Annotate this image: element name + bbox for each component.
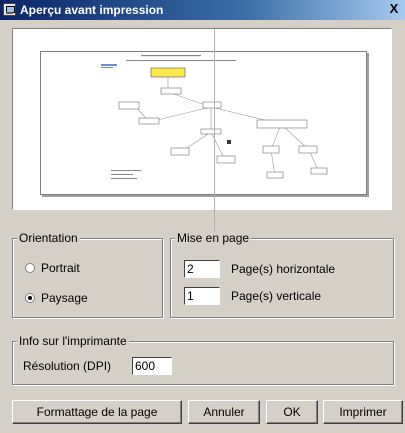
diagram-preview-image <box>101 55 328 179</box>
portrait-radio[interactable]: Portrait <box>25 261 135 277</box>
page-thumbnail <box>40 51 367 195</box>
page-split-line <box>214 29 215 237</box>
printer-icon <box>3 3 16 16</box>
orientation-group: Orientation Portrait Paysage <box>12 231 163 318</box>
resolution-input[interactable]: 600 <box>132 357 172 375</box>
preview-area <box>12 28 392 237</box>
close-button[interactable]: X <box>386 2 402 16</box>
cancel-button[interactable]: Annuler <box>188 400 260 424</box>
horizontal-pages-input[interactable]: 2 <box>184 260 220 278</box>
print-preview-dialog: Aperçu avant impression X Orientation Po… <box>0 0 405 433</box>
landscape-radio[interactable]: Paysage <box>25 291 135 307</box>
page-format-button[interactable]: Formattage de la page <box>12 400 182 424</box>
landscape-label: Paysage <box>41 291 88 305</box>
vertical-pages-label: Page(s) verticale <box>231 289 322 303</box>
orientation-title: Orientation <box>17 231 80 245</box>
window-title: Aperçu avant impression <box>20 3 164 17</box>
vertical-pages-input[interactable]: 1 <box>184 287 220 305</box>
printer-info-title: Info sur l'imprimante <box>17 334 129 348</box>
printer-info-group: Info sur l'imprimante Résolution (DPI) 6… <box>12 334 394 385</box>
portrait-radio-button[interactable] <box>25 263 35 273</box>
landscape-radio-button[interactable] <box>25 293 35 303</box>
resolution-label: Résolution (DPI) <box>23 359 112 373</box>
portrait-label: Portrait <box>41 261 80 275</box>
print-button[interactable]: Imprimer <box>323 400 403 424</box>
title-bar[interactable]: Aperçu avant impression X <box>0 0 405 20</box>
ok-button[interactable]: OK <box>266 400 318 424</box>
horizontal-pages-label: Page(s) horizontale <box>231 262 336 276</box>
layout-group: Mise en page 2 Page(s) horizontale 1 Pag… <box>170 231 394 318</box>
layout-title: Mise en page <box>175 231 252 245</box>
